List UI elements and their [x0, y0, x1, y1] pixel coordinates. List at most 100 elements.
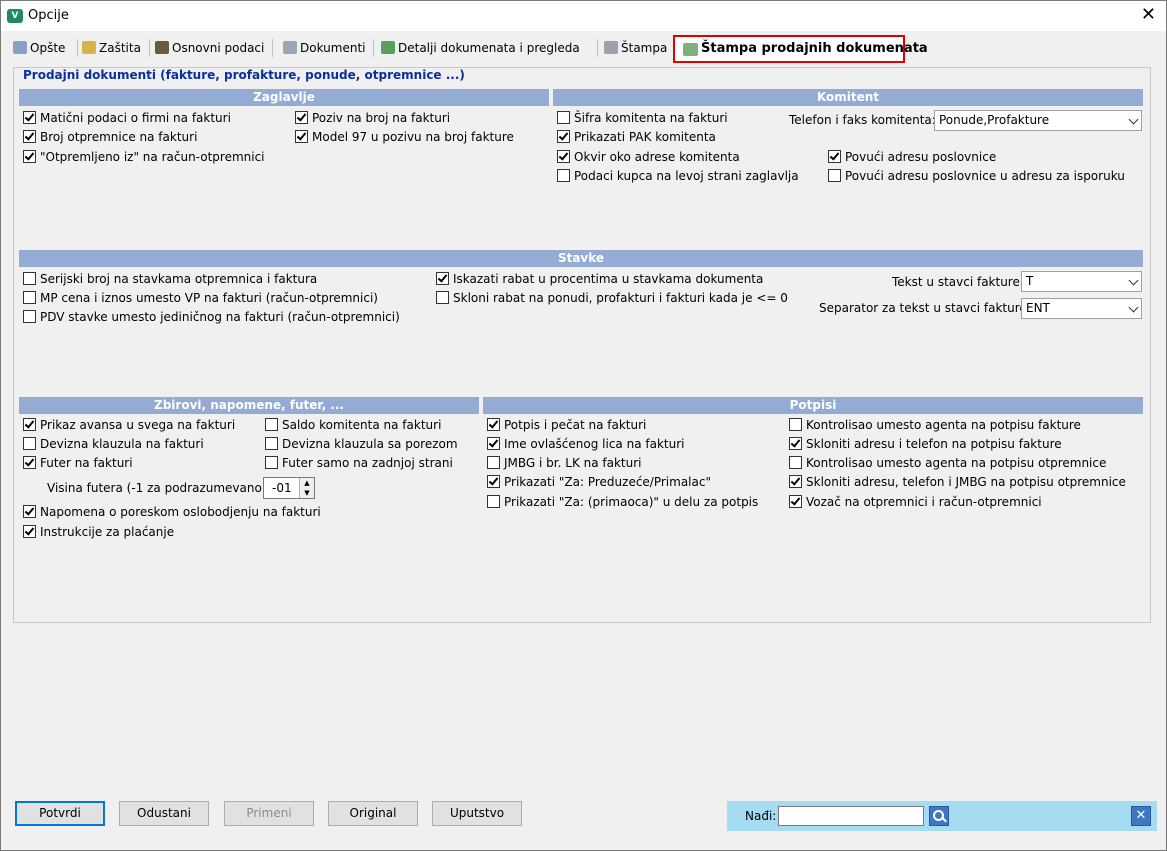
tab-detalji-dokumenata[interactable]: Detalji dokumenata i pregleda	[381, 38, 580, 59]
checkbox-prikaz-avansa[interactable]: Prikaz avansa u svega na fakturi	[23, 417, 235, 433]
checkbox-jmbg-lk[interactable]: JMBG i br. LK na fakturi	[487, 455, 642, 471]
checkbox-povuci-adresu-poslovnice[interactable]: Povući adresu poslovnice	[828, 149, 996, 165]
checkbox-napomena-poresko[interactable]: Napomena o poreskom oslobodjenju na fakt…	[23, 504, 321, 520]
checkbox-rabat-procenti[interactable]: Iskazati rabat u procentima u stavkama d…	[436, 271, 763, 287]
lock-icon	[82, 41, 96, 54]
checkbox-box[interactable]	[557, 111, 570, 124]
checkbox-box[interactable]	[23, 130, 36, 143]
separator-select[interactable]: ENT	[1021, 298, 1142, 319]
checkbox-box[interactable]	[789, 475, 802, 488]
checkbox-box[interactable]	[789, 418, 802, 431]
footer-height-stepper[interactable]: -01 ▲ ▼	[263, 477, 315, 499]
checkbox-saldo-komitenta[interactable]: Saldo komitenta na fakturi	[265, 417, 441, 433]
checkbox-box[interactable]	[487, 456, 500, 469]
apply-button[interactable]: Primeni	[224, 801, 314, 826]
confirm-button[interactable]: Potvrdi	[15, 801, 105, 826]
checkbox-box[interactable]	[23, 456, 36, 469]
checkbox-box[interactable]	[23, 437, 36, 450]
checkbox-box[interactable]	[23, 272, 36, 285]
checkbox-pdv-stavke[interactable]: PDV stavke umesto jediničnog na fakturi …	[23, 309, 400, 325]
checkbox-box[interactable]	[828, 150, 841, 163]
checkbox-pak-komitenta[interactable]: Prikazati PAK komitenta	[557, 129, 716, 145]
checkbox-box[interactable]	[23, 111, 36, 124]
checkbox-maticni-podaci[interactable]: Matični podaci o firmi na fakturi	[23, 110, 231, 126]
checkbox-model-97[interactable]: Model 97 u pozivu na broj fakture	[295, 129, 514, 145]
checkbox-mp-cena[interactable]: MP cena i iznos umesto VP na fakturi (ra…	[23, 290, 378, 306]
checkbox-box[interactable]	[557, 150, 570, 163]
checkbox-box[interactable]	[557, 169, 570, 182]
tab-osnovni-podaci[interactable]: Osnovni podaci	[155, 38, 264, 59]
checkbox-za-preduzece[interactable]: Prikazati "Za: Preduzeće/Primalac"	[487, 474, 711, 490]
checkbox-za-primaoca[interactable]: Prikazati "Za: (primaoca)" u delu za pot…	[487, 494, 758, 510]
help-button[interactable]: Uputstvo	[432, 801, 522, 826]
checkbox-box[interactable]	[265, 456, 278, 469]
checkbox-box[interactable]	[828, 169, 841, 182]
checkbox-label: Vozač na otpremnici i račun-otpremnici	[806, 495, 1042, 509]
close-icon[interactable]: ✕	[1131, 806, 1151, 826]
find-input[interactable]	[778, 806, 924, 826]
tab-label: Dokumenti	[300, 41, 366, 55]
checkbox-vozac[interactable]: Vozač na otpremnici i račun-otpremnici	[789, 494, 1042, 510]
checkbox-box[interactable]	[23, 150, 36, 163]
section-header-potpisi: Potpisi	[483, 397, 1143, 414]
checkbox-box[interactable]	[487, 418, 500, 431]
checkbox-box[interactable]	[789, 437, 802, 450]
checkbox-kontrolisao-faktura[interactable]: Kontrolisao umesto agenta na potpisu fak…	[789, 417, 1081, 433]
tab-opste[interactable]: Opšte	[13, 38, 65, 59]
checkbox-box[interactable]	[436, 272, 449, 285]
checkbox-serijski-broj[interactable]: Serijski broj na stavkama otpremnica i f…	[23, 271, 317, 287]
checkbox-box[interactable]	[789, 495, 802, 508]
checkbox-box[interactable]	[789, 456, 802, 469]
checkbox-box[interactable]	[23, 505, 36, 518]
tab-dokumenti[interactable]: Dokumenti	[283, 38, 365, 59]
checkbox-box[interactable]	[265, 418, 278, 431]
checkbox-futer[interactable]: Futer na fakturi	[23, 455, 133, 471]
checkbox-okvir-adrese[interactable]: Okvir oko adrese komitenta	[557, 149, 740, 165]
app-logo-icon: V	[7, 9, 23, 23]
checkbox-devizna-klauzula[interactable]: Devizna klauzula na fakturi	[23, 436, 204, 452]
item-text-select[interactable]: T	[1021, 271, 1142, 292]
checkbox-box[interactable]	[23, 525, 36, 538]
search-icon[interactable]	[929, 806, 949, 826]
checkbox-adresa-za-isporuku[interactable]: Povući adresu poslovnice u adresu za isp…	[828, 168, 1125, 184]
checkbox-box[interactable]	[295, 130, 308, 143]
checkbox-sifra-komitenta[interactable]: Šifra komitenta na fakturi	[557, 110, 728, 126]
checkbox-poziv-na-broj[interactable]: Poziv na broj na fakturi	[295, 110, 450, 126]
checkbox-instrukcije-placanje[interactable]: Instrukcije za plaćanje	[23, 524, 174, 540]
original-button[interactable]: Original	[328, 801, 418, 826]
checkbox-label: Broj otpremnice na fakturi	[40, 130, 198, 144]
stepper-down-icon[interactable]: ▼	[299, 488, 314, 498]
checkbox-box[interactable]	[487, 495, 500, 508]
checkbox-box[interactable]	[487, 475, 500, 488]
checkbox-potpis-pecat[interactable]: Potpis i pečat na fakturi	[487, 417, 646, 433]
checkbox-podaci-kupca-levo[interactable]: Podaci kupca na levoj strani zaglavlja	[557, 168, 799, 184]
checkbox-box[interactable]	[23, 310, 36, 323]
checkbox-label: Serijski broj na stavkama otpremnica i f…	[40, 272, 318, 286]
checkbox-kontrolisao-otpremnica[interactable]: Kontrolisao umesto agenta na potpisu otp…	[789, 455, 1106, 471]
phone-fax-select[interactable]: Ponude,Profakture	[934, 110, 1142, 131]
tab-stampa[interactable]: Štampa	[604, 38, 667, 59]
checkbox-box[interactable]	[487, 437, 500, 450]
tab-zastita[interactable]: Zaštita	[82, 38, 141, 59]
cancel-button[interactable]: Odustani	[119, 801, 209, 826]
checkbox-box[interactable]	[23, 418, 36, 431]
checkbox-box[interactable]	[557, 130, 570, 143]
checkbox-otpremljeno-iz[interactable]: "Otpremljeno iz" na račun-otpremnici	[23, 149, 265, 165]
tab-label: Detalji dokumenata i pregleda	[398, 41, 580, 55]
checkbox-devizna-klauzula-porez[interactable]: Devizna klauzula sa porezom	[265, 436, 458, 452]
checkbox-box[interactable]	[265, 437, 278, 450]
checkbox-box[interactable]	[295, 111, 308, 124]
close-window-button[interactable]: ✕	[1141, 5, 1156, 25]
checkbox-skloniti-adresu-otpremnica[interactable]: Skloniti adresu, telefon i JMBG na potpi…	[789, 474, 1126, 490]
checkbox-ime-ovlascenog[interactable]: Ime ovlašćenog lica na fakturi	[487, 436, 684, 452]
checkbox-box[interactable]	[23, 291, 36, 304]
checkbox-futer-zadnja-strana[interactable]: Futer samo na zadnjoj strani	[265, 455, 453, 471]
options-window: V Opcije ✕ Opšte Zaštita Osnovni podaci …	[0, 0, 1167, 851]
checkbox-broj-otpremnice[interactable]: Broj otpremnice na fakturi	[23, 129, 197, 145]
checkbox-skloniti-adresu-faktura[interactable]: Skloniti adresu i telefon na potpisu fak…	[789, 436, 1062, 452]
find-bar: Nađi: ✕	[727, 801, 1157, 831]
tab-label: Zaštita	[99, 41, 141, 55]
checkbox-skloni-rabat[interactable]: Skloni rabat na ponudi, profakturi i fak…	[436, 290, 788, 306]
tab-stampa-prodajnih-dokumenata[interactable]: Štampa prodajnih dokumenata	[673, 35, 928, 63]
checkbox-box[interactable]	[436, 291, 449, 304]
